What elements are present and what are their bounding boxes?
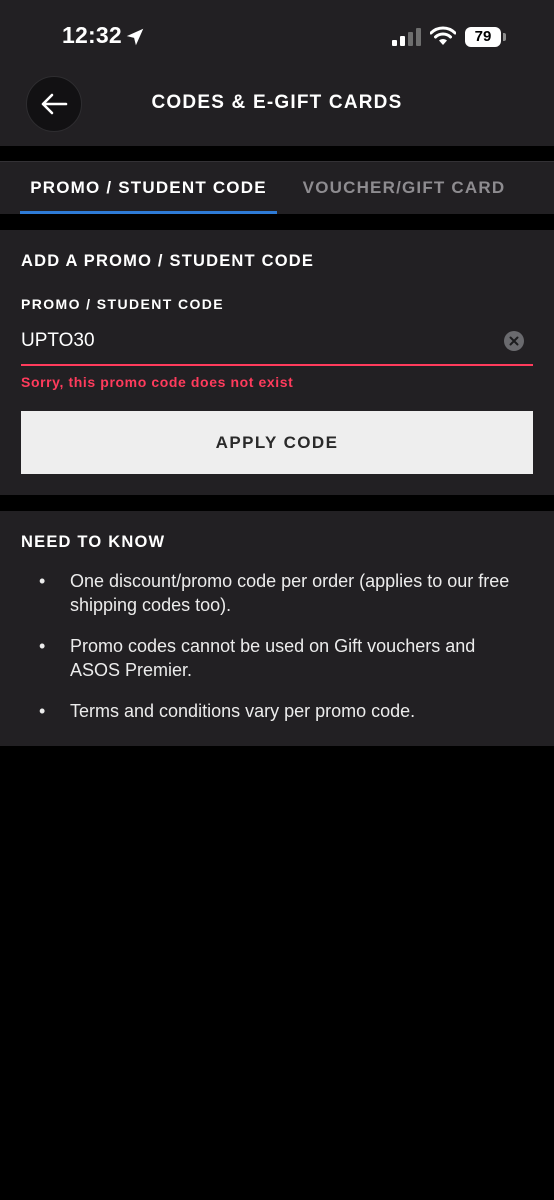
- input-underline: [21, 364, 533, 366]
- page-title: CODES & E-GIFT CARDS: [151, 92, 403, 113]
- signal-icon: [392, 28, 421, 46]
- list-item: • One discount/promo code per order (app…: [0, 569, 554, 617]
- info-item-text: One discount/promo code per order (appli…: [70, 571, 510, 615]
- tab-promo-student-code[interactable]: PROMO / STUDENT CODE: [20, 162, 277, 214]
- list-item: • Terms and conditions vary per promo co…: [0, 699, 554, 723]
- apply-code-button[interactable]: APPLY CODE: [21, 411, 533, 474]
- wifi-icon: [430, 26, 456, 45]
- promo-field-label: PROMO / STUDENT CODE: [21, 296, 225, 312]
- promo-heading: ADD A PROMO / STUDENT CODE: [21, 252, 315, 270]
- info-item-text: Terms and conditions vary per promo code…: [70, 701, 416, 721]
- bullet: •: [39, 571, 46, 591]
- info-item-text: Promo codes cannot be used on Gift vouch…: [70, 636, 476, 680]
- battery-icon: 79: [465, 27, 501, 47]
- tab-voucher-gift-card[interactable]: VOUCHER/GIFT CARD: [290, 162, 518, 214]
- list-item: • Promo codes cannot be used on Gift vou…: [0, 634, 554, 682]
- bullet: •: [39, 636, 46, 656]
- active-tab-indicator: [20, 211, 277, 214]
- status-time: 12:32: [62, 22, 122, 48]
- location-arrow-icon: [126, 28, 144, 46]
- bullet: •: [39, 701, 46, 721]
- arrow-left-icon: [41, 93, 68, 115]
- tabs-bar: PROMO / STUDENT CODE VOUCHER/GIFT CARD: [0, 161, 554, 214]
- clear-input-button[interactable]: [504, 331, 524, 351]
- info-list: • One discount/promo code per order (app…: [0, 569, 554, 740]
- back-button[interactable]: [26, 76, 82, 132]
- need-to-know-heading: NEED TO KNOW: [21, 533, 166, 551]
- header-area: 12:32 79 CODES & E-GIFT CARDS: [0, 0, 554, 146]
- need-to-know-section: NEED TO KNOW • One discount/promo code p…: [0, 511, 554, 746]
- battery-nub: [503, 33, 506, 41]
- promo-section: ADD A PROMO / STUDENT CODE PROMO / STUDE…: [0, 230, 554, 495]
- error-message: Sorry, this promo code does not exist: [21, 374, 294, 390]
- promo-code-input[interactable]: [21, 326, 491, 356]
- close-icon: [509, 336, 519, 346]
